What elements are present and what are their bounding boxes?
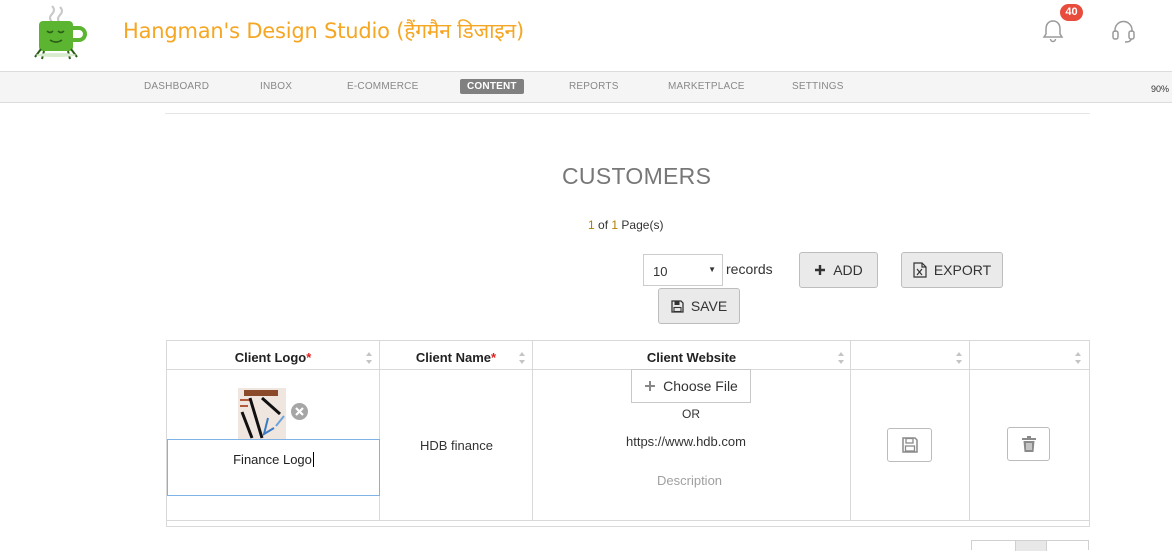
required-marker: * (306, 350, 312, 365)
required-marker: * (491, 350, 497, 365)
header-client-name[interactable]: Client Name* (380, 341, 532, 370)
current-page: 1 (588, 218, 595, 232)
choose-file-button[interactable]: Choose File (631, 369, 751, 403)
floppy-disk-icon (671, 299, 684, 313)
app-header: Hangman's Design Studio (हैंगमैन डिजाइन)… (0, 0, 1172, 71)
caret-down-icon: ▼ (708, 265, 716, 274)
nav-inbox[interactable]: INBOX (260, 81, 292, 92)
main-nav: DASHBOARD INBOX E-COMMERCE CONTENT REPOR… (0, 71, 1172, 103)
sort-icon[interactable] (518, 351, 526, 365)
header-client-logo-label: Client Logo (234, 350, 307, 365)
nav-dashboard[interactable]: DASHBOARD (144, 81, 209, 92)
zoom-level: 90% (1151, 84, 1170, 94)
excel-file-icon (913, 262, 927, 278)
export-button[interactable]: EXPORT (901, 252, 1003, 288)
page-title: CUSTOMERS (562, 163, 712, 189)
logo-alt-text-input[interactable]: Finance Logo (167, 439, 380, 496)
description-placeholder[interactable]: Description (657, 473, 722, 488)
page-of-label: of (598, 218, 609, 232)
records-per-page-select[interactable]: 10 ▼ (643, 254, 723, 286)
floppy-disk-icon (901, 437, 918, 453)
nav-reports[interactable]: REPORTS (569, 81, 619, 92)
content-divider (165, 113, 1090, 114)
remove-image-icon[interactable] (290, 402, 309, 421)
column-save-action (851, 341, 970, 520)
website-url[interactable]: https://www.hdb.com (626, 434, 746, 449)
total-pages: 1 (611, 218, 619, 232)
table-footer-divider (167, 520, 1089, 521)
save-row-button[interactable] (887, 428, 932, 462)
headset-icon[interactable] (1111, 18, 1136, 44)
save-button-label: SAVE (690, 298, 728, 314)
header-client-name-label: Client Name (415, 350, 492, 365)
column-client-logo: Client Logo* Finance Logo (167, 341, 380, 520)
trash-icon (1021, 436, 1036, 452)
choose-file-label: Choose File (663, 378, 738, 394)
bell-icon[interactable] (1042, 19, 1064, 43)
sort-icon[interactable] (1074, 351, 1082, 365)
pagination-control[interactable] (971, 540, 1089, 551)
nav-ecommerce[interactable]: E-COMMERCE (347, 81, 418, 92)
logo-alt-text-value: Finance Logo (233, 452, 312, 467)
records-label: records (726, 261, 773, 277)
pages-suffix: Page(s) (621, 218, 664, 232)
customers-table: Client Logo* Finance Logo Client Name* H… (166, 340, 1090, 527)
export-button-label: EXPORT (933, 262, 992, 278)
column-client-name: Client Name* HDB finance (380, 341, 533, 520)
notification-badge: 40 (1060, 4, 1083, 21)
nav-content[interactable]: CONTENT (460, 79, 524, 94)
plus-icon (815, 265, 826, 275)
text-cursor (312, 452, 314, 467)
mug-logo-icon (22, 4, 96, 60)
header-save-action[interactable] (851, 341, 969, 370)
nav-marketplace[interactable]: MARKETPLACE (668, 81, 745, 92)
plus-icon (645, 381, 656, 391)
header-delete-action[interactable] (970, 341, 1089, 370)
header-client-logo[interactable]: Client Logo* (167, 341, 379, 370)
delete-row-button[interactable] (1007, 427, 1050, 461)
header-client-website[interactable]: Client Website (533, 341, 850, 370)
sort-icon[interactable] (955, 351, 963, 365)
nav-settings[interactable]: SETTINGS (792, 81, 844, 92)
column-client-website: Client Website (533, 341, 851, 520)
sort-icon[interactable] (837, 351, 845, 365)
or-separator: OR (682, 407, 700, 421)
add-button-label: ADD (833, 262, 863, 278)
header-client-website-label: Client Website (646, 350, 737, 365)
column-delete-action (970, 341, 1089, 520)
client-name-cell[interactable]: HDB finance (380, 438, 533, 453)
add-button[interactable]: ADD (799, 252, 878, 288)
records-per-page-value: 10 (653, 264, 668, 279)
sort-icon[interactable] (365, 351, 373, 365)
app-title: Hangman's Design Studio (हैंगमैन डिजाइन) (123, 19, 524, 43)
client-logo-thumbnail (238, 388, 286, 440)
page-count: 1 of 1 Page(s) (588, 218, 663, 232)
pagination-current-page[interactable] (1015, 541, 1047, 551)
save-button[interactable]: SAVE (658, 288, 740, 324)
